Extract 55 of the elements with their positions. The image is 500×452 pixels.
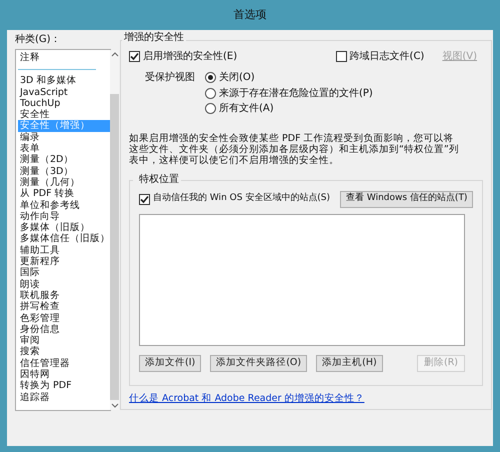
category-item[interactable]: 追踪器 (18, 392, 110, 403)
view-trusted-sites-button[interactable]: 查看 Windows 信任的站点(T) (340, 190, 474, 208)
radio-button[interactable] (205, 72, 216, 84)
category-item[interactable]: 单位和参考线 (18, 200, 110, 211)
category-item[interactable]: 更新程序 (18, 256, 110, 268)
action-button[interactable]: 添加文件(I) (139, 354, 202, 372)
auto-trust-label: 自动信任我的 Win OS 安全区域中的站点(S) (153, 192, 330, 206)
group-title: 增强的安全性 (122, 32, 186, 44)
category-item[interactable]: 色彩管理 (18, 312, 110, 324)
category-label: 种类(G)： (15, 32, 62, 47)
category-item[interactable]: 因特网 (18, 369, 110, 380)
category-item[interactable]: 辅助工具 (18, 244, 110, 256)
radio-label: 来源于存在潜在危险位置的文件(P) (219, 86, 373, 101)
window-title: 首选项 (234, 6, 266, 23)
category-item[interactable]: 转换为 PDF (18, 380, 110, 392)
category-item[interactable]: 信任管理器 (18, 358, 110, 370)
category-item[interactable]: 多媒体（旧版） (18, 222, 110, 234)
category-item[interactable]: 朗读 (18, 278, 110, 290)
category-item[interactable]: 安全性 (18, 109, 110, 120)
category-item[interactable]: 审阅 (18, 335, 110, 346)
radio-label: 所有文件(A) (219, 102, 274, 116)
category-item[interactable]: 联机服务 (18, 290, 110, 302)
category-item[interactable]: 多媒体信任（旧版） (18, 233, 110, 245)
scrollbar[interactable] (110, 50, 119, 410)
group-title: 特权位置 (133, 174, 181, 186)
action-button[interactable]: 添加主机(H) (316, 354, 383, 372)
category-item[interactable]: 3D 和多媒体 (18, 75, 110, 87)
category-item[interactable]: 注释 (18, 52, 110, 64)
category-item[interactable]: 从 PDF 转换 (18, 188, 110, 200)
category-item[interactable]: 测量（2D） (18, 154, 110, 166)
category-item[interactable]: TouchUp (18, 98, 110, 110)
protected-view-label: 受保护视图 (145, 70, 195, 85)
checkbox[interactable] (129, 51, 140, 62)
enable-label: 启用增强的安全性(E) (143, 50, 238, 64)
action-button[interactable]: 添加文件夹路径(O) (210, 354, 308, 372)
category-item[interactable]: 测量（几何） (18, 176, 110, 188)
category-item[interactable]: 测量（3D） (18, 166, 110, 177)
cross-domain-label: 跨域日志文件(C) (350, 50, 424, 64)
category-item[interactable]: 动作向导 (18, 210, 110, 222)
help-link[interactable]: 什么是 Acrobat 和 Adobe Reader 的增强的安全性？ (129, 392, 364, 406)
category-item[interactable]: 拼写检查 (18, 301, 110, 313)
radio-button[interactable] (205, 88, 216, 99)
check-icon (130, 52, 139, 61)
category-item[interactable]: JavaScript (18, 86, 110, 98)
checkbox[interactable] (139, 194, 150, 204)
radio-label: 关闭(O) (219, 70, 255, 86)
category-item[interactable]: 表单 (18, 143, 110, 154)
radio-button[interactable] (205, 103, 216, 114)
category-item[interactable]: 编录 (18, 132, 110, 144)
description-text: 如果启用增强的安全性会致使某些 PDF 工作流程受到负面影响，您可以将这些文件、文件夹（必须分别添加各层级内容）和主机添加到“特权位置”列表中，这样便可以使它们不启用增强的安全性。 (129, 132, 459, 166)
category-item[interactable]: 身份信息 (18, 324, 110, 336)
category-item[interactable]: 搜索 (18, 346, 110, 358)
category-item[interactable]: 国际 (18, 267, 110, 279)
check-icon (140, 194, 149, 204)
checkbox[interactable] (336, 51, 347, 62)
